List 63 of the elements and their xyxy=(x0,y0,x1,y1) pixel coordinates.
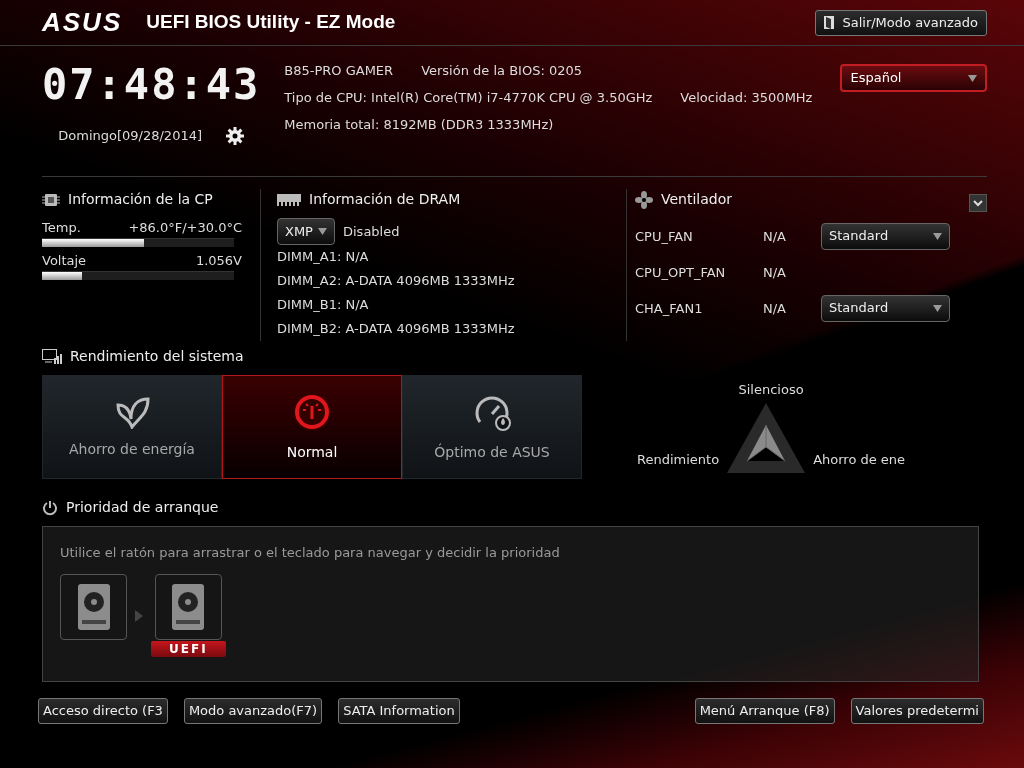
dimm-slot-text: DIMM_B2: A-DATA 4096MB 1333MHz xyxy=(277,320,516,338)
settings-icon xyxy=(226,126,245,145)
caret-icon xyxy=(933,232,942,240)
language-dropdown[interactable]: Español xyxy=(840,64,987,92)
xmp-status: Disabled xyxy=(343,223,400,241)
boot-device-button[interactable] xyxy=(60,574,127,640)
date-text: Domingo[09/28/2014] xyxy=(58,127,203,145)
monitor-icon xyxy=(42,348,62,365)
exit-button[interactable]: Salir/Modo avanzado xyxy=(815,9,987,36)
boot-hint-text: Utilice el ratón para arrastrar o el teclado para navegar y decidir la prioridad xyxy=(60,544,561,562)
arrow-right-icon xyxy=(135,609,143,622)
power-icon xyxy=(42,499,58,516)
fan-name: CPU_FAN xyxy=(635,227,694,246)
reading-label: Voltaje xyxy=(42,252,87,270)
reading-value: +86.0°F/+30.0°C xyxy=(128,219,242,237)
reading-label: Temp. xyxy=(42,219,81,237)
collapse-button[interactable] xyxy=(969,194,987,212)
info-text: Memoria total: 8192MB (DDR3 1333MHz) xyxy=(284,116,554,134)
dimm-slot-text: DIMM_B1: N/A xyxy=(277,296,370,314)
performance-mode-tile[interactable]: Óptimo de ASUS xyxy=(402,375,582,479)
triangle-label: Silencioso xyxy=(738,381,804,399)
fan-profile-dropdown[interactable]: Standard xyxy=(821,294,950,322)
clock-time: 07:48:43 xyxy=(42,64,261,106)
section-title: Información de DRAM xyxy=(309,190,461,209)
section-title: Rendimiento del sistema xyxy=(70,347,244,366)
info-text: Velocidad: 3500MHz xyxy=(680,89,813,107)
chevron-down-icon xyxy=(973,199,983,207)
logo: ASUS xyxy=(42,6,123,39)
triangle-label: Ahorro de ene xyxy=(813,451,906,469)
xmp-dropdown[interactable]: XMP xyxy=(277,218,335,245)
door-icon xyxy=(824,16,835,29)
caret-icon xyxy=(318,228,327,235)
info-text: B85-PRO GAMER xyxy=(284,62,394,80)
fan-speed: N/A xyxy=(763,263,787,282)
function-key-button[interactable]: Menú Arranque (F8) xyxy=(694,698,835,724)
memory-icon xyxy=(277,193,301,206)
window-title: UEFI BIOS Utility - EZ Mode xyxy=(146,10,396,35)
function-key-button[interactable]: Valores predetermi xyxy=(850,698,984,724)
caret-icon xyxy=(968,74,977,82)
performance-mode-tile[interactable]: Normal xyxy=(222,375,402,479)
performance-mode-tile[interactable]: Ahorro de energía xyxy=(42,375,222,479)
info-text: Tipo de CPU: Intel(R) Core(TM) i7-4770K CPU @ 3.50GHz xyxy=(284,89,653,107)
dimm-slot-text: DIMM_A2: A-DATA 4096MB 1333MHz xyxy=(277,272,516,290)
fan-name: CHA_FAN1 xyxy=(635,299,704,318)
reading-value: 1.056V xyxy=(195,252,242,270)
uefi-label: UEFI xyxy=(151,641,226,657)
fan-name: CPU_OPT_FAN xyxy=(635,263,727,282)
triangle-label: Rendimiento xyxy=(637,451,720,469)
function-key-button[interactable]: SATA Information xyxy=(338,698,460,724)
fan-profile-dropdown[interactable]: Standard xyxy=(821,222,950,250)
dimm-slot-text: DIMM_A1: N/A xyxy=(277,248,370,266)
chip-icon xyxy=(42,192,60,207)
section-title: Ventilador xyxy=(661,190,733,209)
section-title: Información de la CP xyxy=(68,190,213,209)
caret-icon xyxy=(933,304,942,312)
section-title: Prioridad de arranque xyxy=(66,498,219,517)
function-key-button[interactable]: Modo avanzado(F7) xyxy=(183,698,323,724)
fan-speed: N/A xyxy=(763,227,787,246)
fan-icon xyxy=(635,190,653,209)
fan-speed: N/A xyxy=(763,299,787,318)
info-text: Versión de la BIOS: 0205 xyxy=(421,62,582,80)
boot-device-button[interactable] xyxy=(154,574,222,640)
function-key-button[interactable]: Acceso directo (F3 xyxy=(38,698,168,724)
